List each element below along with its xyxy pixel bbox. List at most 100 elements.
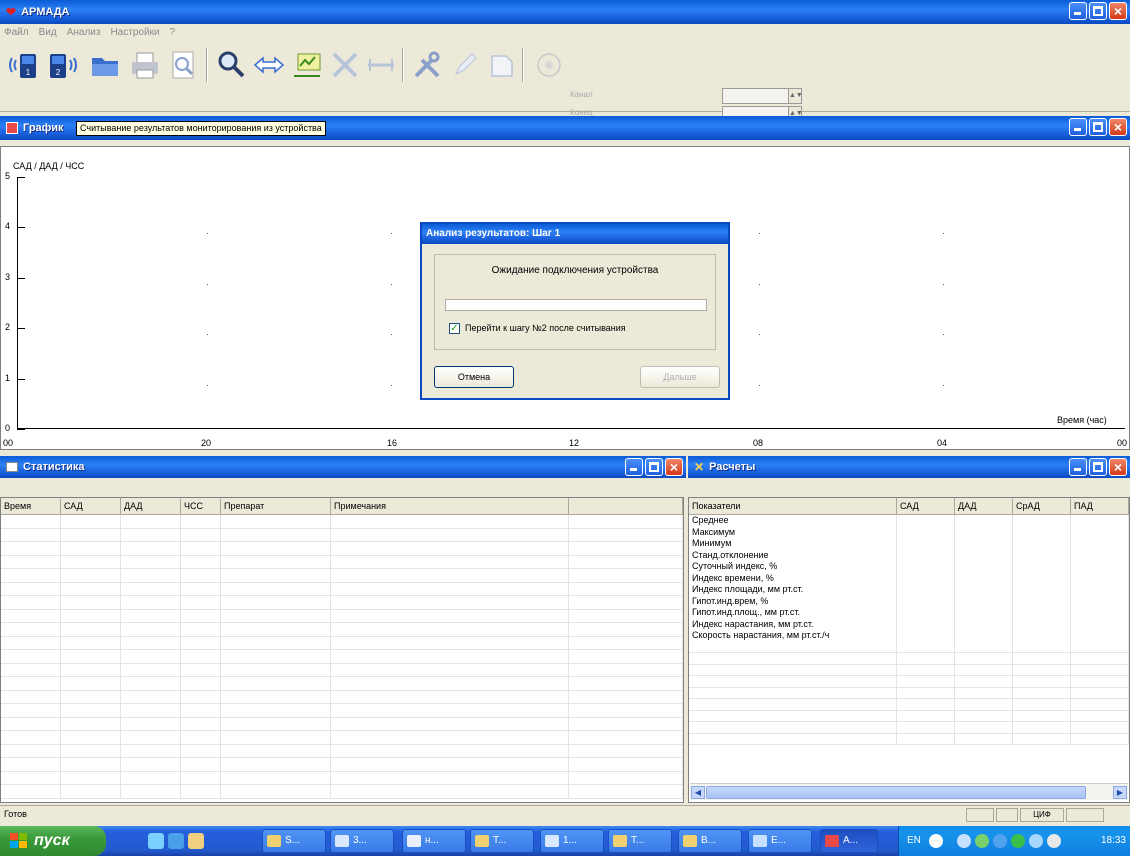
menu-help[interactable]: ?: [170, 27, 176, 38]
scroll-right-icon[interactable]: ▶: [1113, 786, 1127, 799]
taskbar-task-button[interactable]: Т...: [608, 829, 672, 853]
table-row[interactable]: [1, 717, 683, 731]
security-tray-icon[interactable]: [1011, 834, 1025, 848]
app-title-bar[interactable]: ❤ АРМАДА ×: [0, 0, 1130, 24]
quicklaunch-media-icon[interactable]: [168, 833, 184, 849]
taskbar-task-button[interactable]: В...: [678, 829, 742, 853]
col-dad[interactable]: ДАД: [955, 498, 1013, 515]
graph-close-button[interactable]: ×: [1109, 118, 1127, 136]
table-row[interactable]: Минимум: [689, 538, 1129, 550]
table-row[interactable]: [689, 641, 1129, 653]
taskbar-task-button[interactable]: S...: [262, 829, 326, 853]
table-row[interactable]: [689, 733, 1129, 745]
fit-width-button[interactable]: [252, 48, 286, 82]
device-2-button[interactable]: 2: [46, 48, 80, 82]
channel-button[interactable]: [532, 48, 566, 82]
table-row[interactable]: Индекс нарастания, мм рт.ст.: [689, 618, 1129, 630]
table-row[interactable]: [1, 744, 683, 758]
table-row[interactable]: [1, 515, 683, 529]
table-row[interactable]: Индекс времени, %: [689, 572, 1129, 584]
table-row[interactable]: [1, 650, 683, 664]
table-row[interactable]: [1, 731, 683, 745]
measure-button[interactable]: [364, 48, 398, 82]
calculations-horizontal-scrollbar[interactable]: ◀ ▶: [690, 783, 1128, 800]
table-row[interactable]: [1, 690, 683, 704]
cancel-button[interactable]: Отмена: [434, 366, 514, 388]
app-tray-icon[interactable]: [975, 834, 989, 848]
col-mean-ap[interactable]: СрАД: [1013, 498, 1071, 515]
table-row[interactable]: Гипот.инд.площ., мм рт.ст.: [689, 607, 1129, 619]
table-row[interactable]: [689, 687, 1129, 699]
scrollbar-thumb[interactable]: [706, 786, 1086, 799]
app-maximize-button[interactable]: [1089, 2, 1107, 20]
table-row[interactable]: Станд.отклонение: [689, 549, 1129, 561]
table-row[interactable]: [1, 785, 683, 799]
preview-button[interactable]: [166, 48, 200, 82]
calculations-maximize-button[interactable]: [1089, 458, 1107, 476]
col-drug[interactable]: Препарат: [221, 498, 331, 515]
col-notes[interactable]: Примечания: [331, 498, 569, 515]
calculations-close-button[interactable]: ×: [1109, 458, 1127, 476]
device-1-button[interactable]: 1: [8, 48, 42, 82]
col-dad[interactable]: ДАД: [121, 498, 181, 515]
edit-button[interactable]: [448, 48, 482, 82]
calculations-minimize-button[interactable]: [1069, 458, 1087, 476]
next-step-checkbox[interactable]: ✓: [449, 323, 460, 334]
print-button[interactable]: [128, 48, 162, 82]
table-row[interactable]: [1, 596, 683, 610]
table-row[interactable]: [689, 699, 1129, 711]
update-tray-icon[interactable]: [1029, 834, 1043, 848]
menu-settings[interactable]: Настройки: [110, 27, 159, 38]
statistics-title-bar[interactable]: Статистика ×: [0, 456, 686, 478]
taskbar-task-button[interactable]: н...: [402, 829, 466, 853]
channel-spinbox[interactable]: ▲▼: [722, 88, 803, 104]
quicklaunch-ie-icon[interactable]: [148, 833, 164, 849]
table-row[interactable]: [1, 771, 683, 785]
graph-maximize-button[interactable]: [1089, 118, 1107, 136]
scroll-left-icon[interactable]: ◀: [691, 786, 705, 799]
next-button[interactable]: Дальше: [640, 366, 720, 388]
table-row[interactable]: [1, 609, 683, 623]
language-indicator[interactable]: EN: [907, 826, 921, 856]
dialog-title[interactable]: Анализ результатов: Шаг 1: [422, 224, 728, 244]
table-row[interactable]: [689, 664, 1129, 676]
table-row[interactable]: [1, 542, 683, 556]
clear-button[interactable]: [484, 48, 518, 82]
statistics-maximize-button[interactable]: [645, 458, 663, 476]
calculations-table[interactable]: Показатели САД ДАД СрАД ПАД Среднее Макси…: [688, 497, 1130, 803]
table-row[interactable]: [689, 676, 1129, 688]
table-row[interactable]: [1, 663, 683, 677]
table-row[interactable]: [689, 710, 1129, 722]
help-tray-icon[interactable]: [929, 834, 943, 848]
volume-tray-icon[interactable]: [993, 834, 1007, 848]
table-row[interactable]: [1, 623, 683, 637]
statistics-close-button[interactable]: ×: [665, 458, 683, 476]
spin-arrow-icon[interactable]: ▲▼: [788, 89, 803, 103]
table-row[interactable]: [1, 704, 683, 718]
taskbar-task-button[interactable]: Е...: [748, 829, 812, 853]
app-close-button[interactable]: ×: [1109, 2, 1127, 20]
col-hr[interactable]: ЧСС: [181, 498, 221, 515]
delete-button[interactable]: [328, 48, 362, 82]
table-row[interactable]: [689, 653, 1129, 665]
network-tray-icon[interactable]: [957, 834, 971, 848]
table-row[interactable]: [1, 677, 683, 691]
table-row[interactable]: Суточный индекс, %: [689, 561, 1129, 573]
menu-analysis[interactable]: Анализ: [67, 27, 101, 38]
table-row[interactable]: Среднее: [689, 515, 1129, 527]
col-sad[interactable]: САД: [61, 498, 121, 515]
menu-view[interactable]: Вид: [39, 27, 57, 38]
taskbar-task-button[interactable]: Т...: [470, 829, 534, 853]
col-indicator[interactable]: Показатели: [689, 498, 897, 515]
settings-button[interactable]: [410, 48, 444, 82]
statistics-minimize-button[interactable]: [625, 458, 643, 476]
chart-button[interactable]: [290, 48, 324, 82]
table-row[interactable]: Максимум: [689, 526, 1129, 538]
app-minimize-button[interactable]: [1069, 2, 1087, 20]
calculations-title-bar[interactable]: ✕ Расчеты ×: [688, 456, 1130, 478]
taskbar-task-button[interactable]: А...: [820, 829, 878, 853]
table-row[interactable]: Скорость нарастания, мм рт.ст./ч: [689, 630, 1129, 642]
col-pulse-ap[interactable]: ПАД: [1071, 498, 1129, 515]
table-row[interactable]: [1, 758, 683, 772]
menu-file[interactable]: Файл: [4, 27, 29, 38]
